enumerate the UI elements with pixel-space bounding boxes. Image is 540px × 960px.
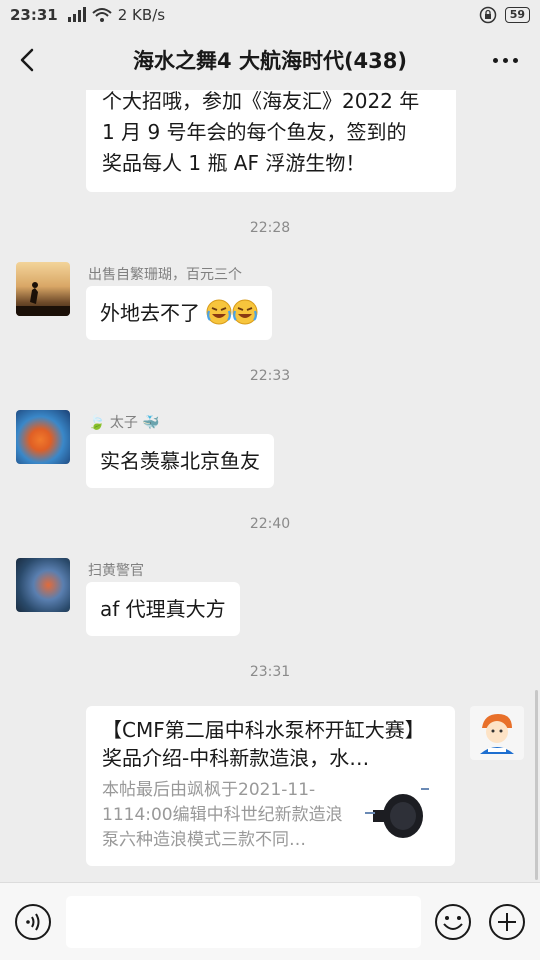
- voice-icon[interactable]: [14, 903, 52, 941]
- message-text: 实名羡慕北京鱼友: [100, 449, 260, 473]
- plus-icon[interactable]: [488, 903, 526, 941]
- status-bar: 23:31 2 KB/s 59: [0, 0, 540, 30]
- nav-bar: 海水之舞4 大航海时代(438): [0, 30, 540, 90]
- laugh-cry-emoji-icon: [232, 299, 258, 325]
- chevron-left-icon[interactable]: [14, 46, 42, 74]
- laugh-cry-emoji-icon: [206, 299, 232, 325]
- network-speed: 2 KB/s: [117, 6, 166, 24]
- more-dots-icon[interactable]: [493, 58, 518, 63]
- message-text: 外地去不了: [100, 301, 200, 325]
- emoji-icon[interactable]: [434, 903, 472, 941]
- message-text: 个大招哦，参加《海友汇》2022 年: [102, 90, 420, 113]
- message-bubble[interactable]: 实名羡慕北京鱼友: [86, 434, 274, 488]
- avatar[interactable]: [16, 262, 70, 316]
- battery-indicator: 59: [504, 7, 530, 23]
- link-description: 本帖最后由飒枫于2021-11-1114:00编辑中科世纪新款造浪泵六种造浪模式…: [102, 780, 343, 850]
- link-thumbnail: [363, 782, 431, 850]
- chat-area[interactable]: 个大招哦，参加《海友汇》2022 年 1 月 9 号年会的每个鱼友，签到的 奖品…: [0, 90, 540, 882]
- whale-icon: 🐳: [142, 415, 160, 431]
- message-bubble[interactable]: af 代理真大方: [86, 582, 240, 636]
- sender-name-row: 🍃 太子 🐳: [88, 412, 160, 432]
- avatar[interactable]: [16, 410, 70, 464]
- message-input[interactable]: [66, 896, 421, 948]
- input-bar: [0, 882, 540, 960]
- timestamp: 22:28: [249, 220, 291, 236]
- status-time: 23:31: [10, 6, 58, 24]
- message-bubble[interactable]: 外地去不了: [86, 286, 273, 340]
- leaf-icon: 🍃: [88, 415, 106, 431]
- timestamp: 23:31: [249, 664, 291, 680]
- wifi-icon: [92, 8, 112, 22]
- signal-icon: [67, 7, 86, 22]
- scrollbar[interactable]: [535, 690, 538, 880]
- link-title: 【CMF第二届中科水泵杯开缸大赛】奖品介绍-中科新款造浪，水…: [102, 718, 425, 770]
- link-card[interactable]: 【CMF第二届中科水泵杯开缸大赛】奖品介绍-中科新款造浪，水… 本帖最后由飒枫于…: [86, 706, 455, 866]
- self-avatar[interactable]: [470, 706, 524, 760]
- avatar[interactable]: [16, 558, 70, 612]
- sender-name: 太子: [109, 415, 138, 431]
- lock-rotation-icon: [479, 6, 496, 24]
- message-bubble[interactable]: 个大招哦，参加《海友汇》2022 年 1 月 9 号年会的每个鱼友，签到的 奖品…: [86, 90, 456, 192]
- sender-name: 出售自繁珊瑚，百元三个: [88, 267, 242, 283]
- message-text: 1 月 9 号年会的每个鱼友，签到的: [102, 120, 407, 144]
- chat-title: 海水之舞4 大航海时代(438): [133, 49, 407, 73]
- sender-name: 扫黄警官: [88, 563, 144, 579]
- message-text: 奖品每人 1 瓶 AF 浮游生物！: [102, 151, 366, 175]
- message-text: af 代理真大方: [100, 597, 226, 621]
- timestamp: 22:33: [249, 368, 291, 384]
- timestamp: 22:40: [249, 516, 291, 532]
